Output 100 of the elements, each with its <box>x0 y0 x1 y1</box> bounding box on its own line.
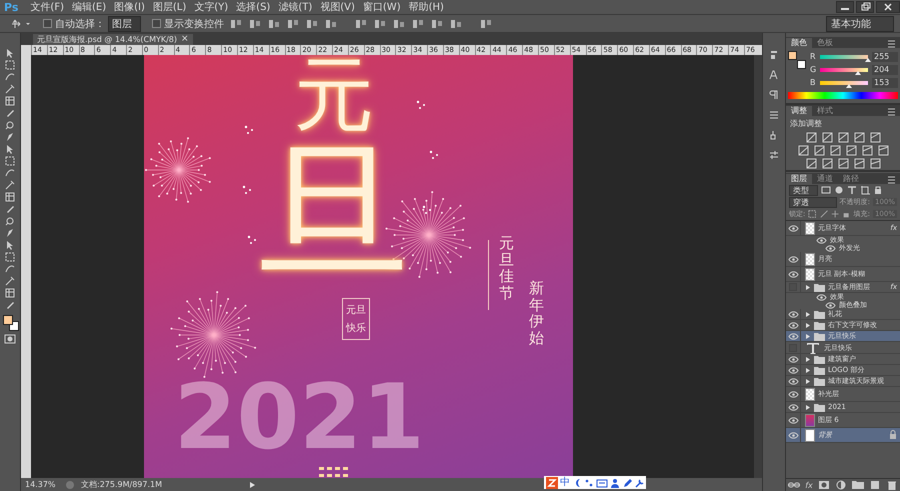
adjustment-icon[interactable] <box>878 145 888 156</box>
panel-icon[interactable] <box>768 109 780 121</box>
align-icon[interactable] <box>248 18 262 30</box>
blend-mode-dropdown[interactable]: 穿透 <box>789 196 837 208</box>
adjustment-icon[interactable] <box>846 145 856 156</box>
eye-icon[interactable] <box>788 354 798 364</box>
panel-tab[interactable]: 图层 <box>786 174 812 184</box>
close-tab-button[interactable]: × <box>181 34 193 45</box>
tool-icon[interactable] <box>4 119 16 131</box>
tool-icon[interactable] <box>4 263 16 275</box>
panel-menu-icon[interactable] <box>887 40 897 48</box>
add-style-label[interactable]: fx <box>805 480 813 490</box>
zoom-level[interactable]: 14.37% <box>25 480 59 489</box>
tool-icon[interactable] <box>4 275 16 287</box>
eye-icon[interactable] <box>788 310 798 318</box>
panel-menu-icon[interactable] <box>887 108 897 116</box>
eye-icon[interactable] <box>788 402 798 412</box>
trash-icon[interactable] <box>886 480 898 490</box>
panel-tab[interactable]: 通道 <box>812 174 838 184</box>
panel-icon[interactable] <box>768 149 780 161</box>
tool-icon[interactable] <box>4 215 16 227</box>
eye-icon[interactable] <box>788 332 798 340</box>
move-tool-icon[interactable] <box>10 18 32 30</box>
filter-icon[interactable] <box>847 185 857 195</box>
menu-item[interactable]: 文字(Y) <box>190 0 232 14</box>
panel-tab[interactable]: 颜色 <box>786 38 812 48</box>
tool-icon[interactable] <box>4 227 16 239</box>
align-icon[interactable] <box>411 18 425 30</box>
link-icon[interactable] <box>788 480 800 490</box>
input-mode-button[interactable]: 中 <box>560 477 570 488</box>
align-icon[interactable] <box>430 18 444 30</box>
panel-icon[interactable] <box>768 49 780 61</box>
menu-item[interactable]: 帮助(H) <box>404 0 448 14</box>
align-icon[interactable] <box>305 18 319 30</box>
tool-icon[interactable] <box>4 155 16 167</box>
quick-mask-icon[interactable] <box>4 333 16 345</box>
filter-icon[interactable] <box>873 185 883 195</box>
menu-item[interactable]: 编辑(E) <box>68 0 110 14</box>
minimize-icon[interactable] <box>836 1 854 13</box>
eye-icon[interactable] <box>825 244 836 252</box>
align-icon[interactable] <box>354 18 368 30</box>
lock-option-icon[interactable] <box>830 209 840 219</box>
background-color-swatch[interactable] <box>797 60 806 69</box>
adjustment-icon[interactable] <box>870 158 880 169</box>
adjustment-icon[interactable] <box>838 132 848 143</box>
panel-icon[interactable] <box>768 69 780 81</box>
channel-value-field[interactable]: 204 <box>872 64 898 74</box>
adjustment-icon[interactable] <box>838 158 848 169</box>
eye-icon[interactable] <box>788 224 798 232</box>
document-tab[interactable]: 元旦宣版海报.psd @ 14.4%(CMYK/8) <box>33 34 182 45</box>
mask-icon[interactable] <box>818 480 830 490</box>
tool-icon[interactable] <box>4 251 16 263</box>
adjustment-icon[interactable] <box>798 145 808 156</box>
eye-icon[interactable] <box>825 300 836 310</box>
expand-triangle-icon[interactable] <box>805 404 811 410</box>
vertical-scrollbar[interactable] <box>754 55 762 478</box>
menu-item[interactable]: 窗口(W) <box>358 0 405 14</box>
eye-icon[interactable] <box>788 376 798 386</box>
align-icon[interactable] <box>449 18 463 30</box>
person-icon[interactable] <box>610 476 620 488</box>
tool-icon[interactable] <box>4 131 16 143</box>
workspace-dropdown[interactable]: 基本功能 <box>826 16 894 32</box>
align-icon[interactable] <box>392 18 406 30</box>
new-layer-icon[interactable] <box>868 480 881 490</box>
menu-item[interactable]: 文件(F) <box>26 0 68 14</box>
color-spectrum[interactable] <box>788 92 898 99</box>
foreground-color-swatch[interactable] <box>3 315 13 325</box>
align-icon[interactable] <box>373 18 387 30</box>
adjustment-icon[interactable] <box>822 158 832 169</box>
channel-value-field[interactable]: 255 <box>872 52 898 62</box>
tool-icon[interactable] <box>4 59 16 71</box>
checkbox[interactable] <box>152 19 161 28</box>
adjustment-icon[interactable] <box>830 145 840 156</box>
tool-icon[interactable] <box>4 83 16 95</box>
eye-icon[interactable] <box>816 236 827 244</box>
close-icon[interactable] <box>876 1 900 13</box>
panel-icon[interactable] <box>768 89 780 101</box>
tool-icon[interactable] <box>4 191 16 203</box>
adjustment-icon[interactable] <box>814 145 824 156</box>
target-dropdown[interactable]: 图层 <box>108 16 141 32</box>
slider-thumb[interactable] <box>855 70 862 74</box>
eye-icon[interactable] <box>788 320 798 330</box>
eye-icon[interactable] <box>788 254 798 264</box>
pencil-icon[interactable] <box>622 476 632 488</box>
panel-menu-icon[interactable] <box>887 176 897 184</box>
eye-icon[interactable] <box>788 416 798 424</box>
ime-logo-icon[interactable] <box>546 476 558 488</box>
tool-icon[interactable] <box>4 71 16 83</box>
tool-icon[interactable] <box>4 95 16 107</box>
menu-item[interactable]: 视图(V) <box>316 0 359 14</box>
adjustment-icon[interactable] <box>806 158 816 169</box>
adjustment-layer-icon[interactable] <box>834 480 847 490</box>
restore-icon[interactable] <box>856 1 874 13</box>
filter-icon[interactable] <box>860 185 870 195</box>
align-icon[interactable] <box>324 18 338 30</box>
slider-thumb[interactable] <box>846 84 852 88</box>
menu-item[interactable]: 图层(L) <box>148 0 190 14</box>
punctuation-icon[interactable] <box>584 476 594 488</box>
panel-tab[interactable]: 色板 <box>812 38 838 48</box>
panel-tab[interactable]: 路径 <box>838 174 864 184</box>
